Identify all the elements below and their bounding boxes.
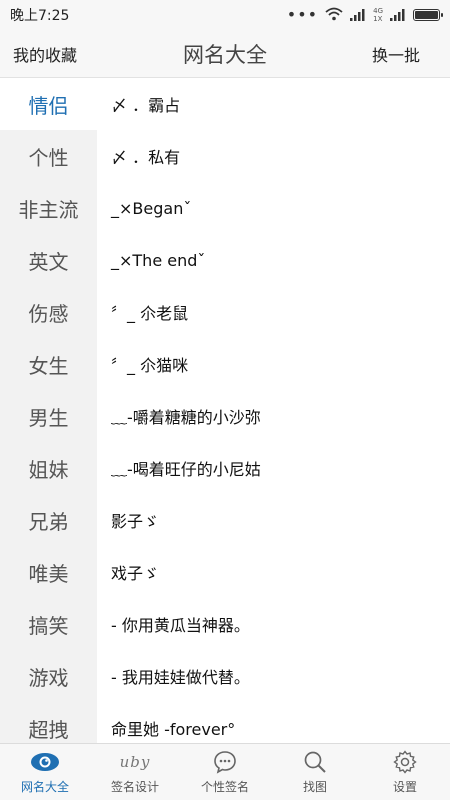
nav-signature-design[interactable]: uby 签名设计 <box>90 744 180 800</box>
list-item[interactable]: 〆 ．私有 <box>97 130 450 182</box>
sidebar-item-funny[interactable]: 搞笑 <box>0 598 97 650</box>
list-item[interactable]: _×The endˇ <box>97 234 450 286</box>
list-item[interactable]: 〆 ．霸占 <box>97 78 450 130</box>
sidebar-item-english[interactable]: 英文 <box>0 234 97 286</box>
app-header: 我的收藏 网名大全 换一批 <box>0 30 450 78</box>
nav-names[interactable]: 网名大全 <box>0 744 90 800</box>
sidebar-item-girls[interactable]: 女生 <box>0 338 97 390</box>
sidebar-item-non-mainstream[interactable]: 非主流 <box>0 182 97 234</box>
list-item[interactable]: 〞_ 尒猫咪 <box>97 338 450 390</box>
sidebar-item-games[interactable]: 游戏 <box>0 650 97 702</box>
nickname-list: 〆 ．霸占 〆 ．私有 _×Beganˇ _×The endˇ 〞_ 尒老鼠 〞… <box>97 78 450 743</box>
sidebar-item-aesthetic[interactable]: 唯美 <box>0 546 97 598</box>
refresh-batch-button[interactable]: 换一批 <box>372 42 420 66</box>
list-item[interactable]: - 你用黄瓜当神器。 <box>97 598 450 650</box>
list-item[interactable]: 戏子ゞ <box>97 546 450 598</box>
nav-settings-label: 设置 <box>392 780 417 794</box>
nav-find-image-label: 找图 <box>302 780 327 794</box>
nav-settings[interactable]: 设置 <box>360 744 450 800</box>
battery-icon <box>413 9 443 21</box>
status-bar: 晚上7:25 ••• 4G 1X <box>0 0 450 30</box>
list-item[interactable]: 〞_ 尒老鼠 <box>97 286 450 338</box>
list-item[interactable]: - 我用娃娃做代替。 <box>97 650 450 702</box>
category-sidebar: 情侣 个性 非主流 英文 伤感 女生 男生 姐妹 兄弟 唯美 搞笑 游戏 超拽 <box>0 78 97 743</box>
signature-icon: uby <box>119 753 151 771</box>
list-item[interactable]: ﹏-喝着旺仔的小尼姑 <box>97 442 450 494</box>
bottom-nav: 网名大全 uby 签名设计 个性签名 找图 设置 <box>0 743 450 800</box>
battery-level <box>415 11 438 19</box>
signal-icon-2 <box>390 6 406 25</box>
favorites-button[interactable]: 我的收藏 <box>13 42 77 66</box>
sidebar-item-brothers[interactable]: 兄弟 <box>0 494 97 546</box>
search-icon <box>300 749 330 775</box>
list-item[interactable]: ﹏-嚼着糖糖的小沙弥 <box>97 390 450 442</box>
signal-icon <box>350 6 366 25</box>
eye-icon <box>30 749 60 775</box>
list-item[interactable]: 命里她 -forever° <box>97 702 450 743</box>
nav-personal-signature[interactable]: 个性签名 <box>180 744 270 800</box>
status-icons: ••• 4G 1X <box>286 5 443 25</box>
sidebar-item-sisters[interactable]: 姐妹 <box>0 442 97 494</box>
status-time: 晚上7:25 <box>10 8 70 24</box>
chat-bubble-icon <box>210 749 240 775</box>
nav-names-label: 网名大全 <box>20 780 69 794</box>
network-type: 4G 1X <box>373 7 383 23</box>
sidebar-item-sad[interactable]: 伤感 <box>0 286 97 338</box>
gear-icon <box>390 749 420 775</box>
nav-personal-signature-label: 个性签名 <box>200 780 249 794</box>
list-item[interactable]: 影子ゞ <box>97 494 450 546</box>
nav-signature-design-label: 签名设计 <box>110 780 159 794</box>
sidebar-item-personality[interactable]: 个性 <box>0 130 97 182</box>
more-dots-icon: ••• <box>286 5 319 24</box>
nav-find-image[interactable]: 找图 <box>270 744 360 800</box>
sidebar-item-cool[interactable]: 超拽 <box>0 702 97 743</box>
sidebar-item-couple[interactable]: 情侣 <box>0 78 97 130</box>
sidebar-item-boys[interactable]: 男生 <box>0 390 97 442</box>
wifi-icon <box>325 6 343 25</box>
list-item[interactable]: _×Beganˇ <box>97 182 450 234</box>
